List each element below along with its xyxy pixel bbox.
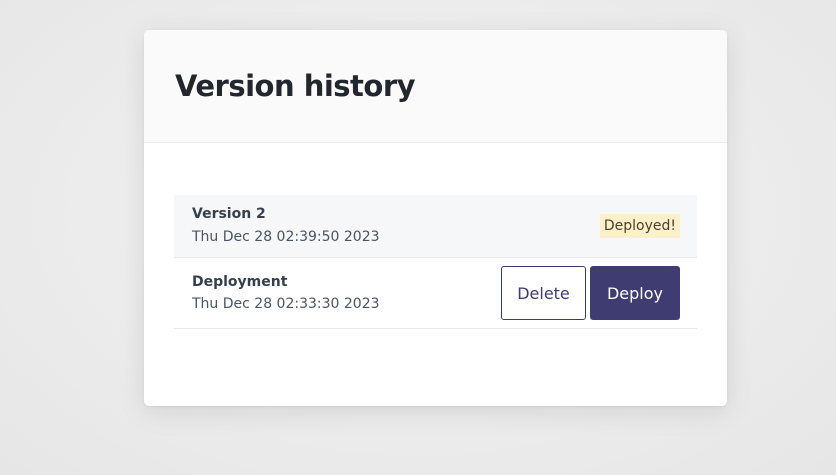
modal-header: Version history bbox=[144, 30, 727, 143]
version-name: Version 2 bbox=[192, 206, 266, 222]
delete-button[interactable]: Delete bbox=[501, 266, 586, 320]
deploy-button[interactable]: Deploy bbox=[590, 266, 680, 320]
version-name: Deployment bbox=[192, 274, 288, 290]
version-history-modal: Version history Version 2 Thu Dec 28 02:… bbox=[144, 30, 727, 406]
version-row-current: Version 2 Thu Dec 28 02:39:50 2023 Deplo… bbox=[174, 195, 697, 258]
version-row: Deployment Thu Dec 28 02:33:30 2023 Dele… bbox=[174, 258, 697, 329]
version-list: Version 2 Thu Dec 28 02:39:50 2023 Deplo… bbox=[174, 195, 697, 329]
deployed-status-badge: Deployed! bbox=[599, 214, 680, 238]
version-date: Thu Dec 28 02:33:30 2023 bbox=[192, 296, 380, 312]
version-date: Thu Dec 28 02:39:50 2023 bbox=[192, 229, 380, 245]
modal-title: Version history bbox=[175, 69, 416, 103]
